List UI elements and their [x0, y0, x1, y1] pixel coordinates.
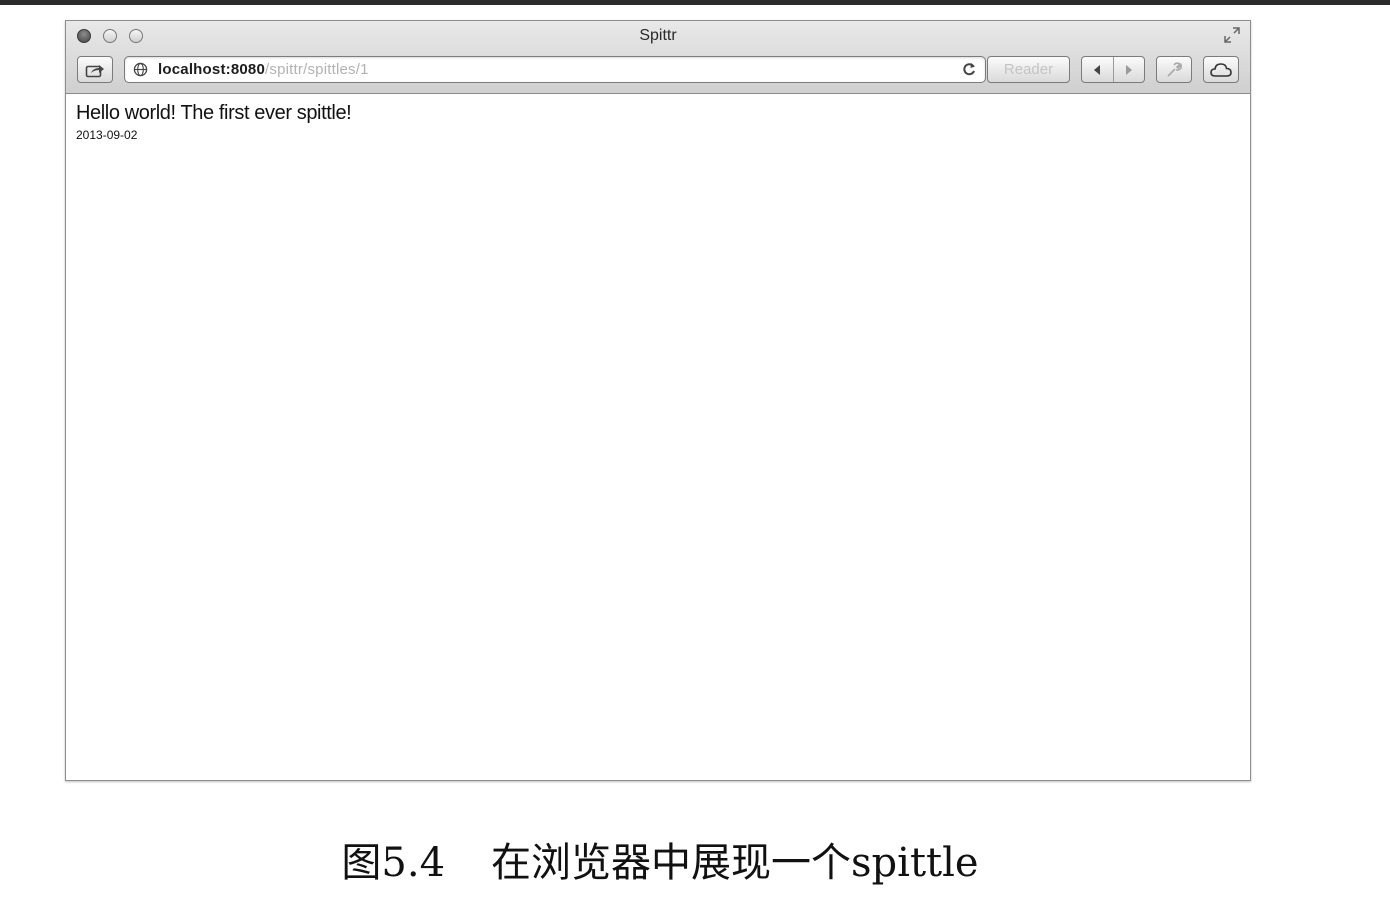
- figure-number: 图5.4: [341, 840, 446, 886]
- tools-button[interactable]: [1156, 56, 1192, 83]
- share-icon: [85, 64, 104, 77]
- forward-button[interactable]: [1114, 57, 1145, 82]
- cloud-icon: [1210, 62, 1232, 77]
- spittle-time: 2013-09-02: [76, 128, 138, 142]
- forward-arrow-icon: [1125, 64, 1132, 75]
- top-rule: [0, 0, 1390, 5]
- window-chrome: Spittr localhost:8080/spittr/spittles/1: [66, 21, 1250, 94]
- icloud-tabs-button[interactable]: [1203, 56, 1239, 83]
- browser-window: Spittr localhost:8080/spittr/spittles/1: [65, 20, 1251, 781]
- reader-label: Reader: [1003, 61, 1054, 78]
- url-text[interactable]: localhost:8080/spittr/spittles/1: [158, 61, 369, 78]
- spittle-message: Hello world! The first ever spittle!: [76, 102, 352, 124]
- figure-caption-text: 在浏览器中展现一个spittle: [491, 840, 979, 886]
- globe-icon: [133, 62, 148, 77]
- back-arrow-icon: [1094, 64, 1101, 75]
- window-title: Spittr: [639, 27, 677, 44]
- url-host: localhost:8080: [158, 61, 266, 78]
- share-button[interactable]: [77, 56, 113, 83]
- fullscreen-icon[interactable]: [1224, 27, 1240, 43]
- url-path: /spittr/spittles/1: [265, 61, 369, 78]
- address-bar[interactable]: localhost:8080/spittr/spittles/1: [124, 56, 986, 83]
- reader-button[interactable]: Reader: [987, 56, 1070, 83]
- reload-icon[interactable]: [961, 61, 977, 77]
- page-viewport: Hello world! The first ever spittle! 201…: [66, 94, 1250, 780]
- back-button[interactable]: [1082, 57, 1114, 82]
- figure-caption: 图5.4 在浏览器中展现一个spittle: [0, 830, 1320, 888]
- back-forward-group: [1081, 56, 1145, 83]
- wrench-icon: [1167, 61, 1182, 77]
